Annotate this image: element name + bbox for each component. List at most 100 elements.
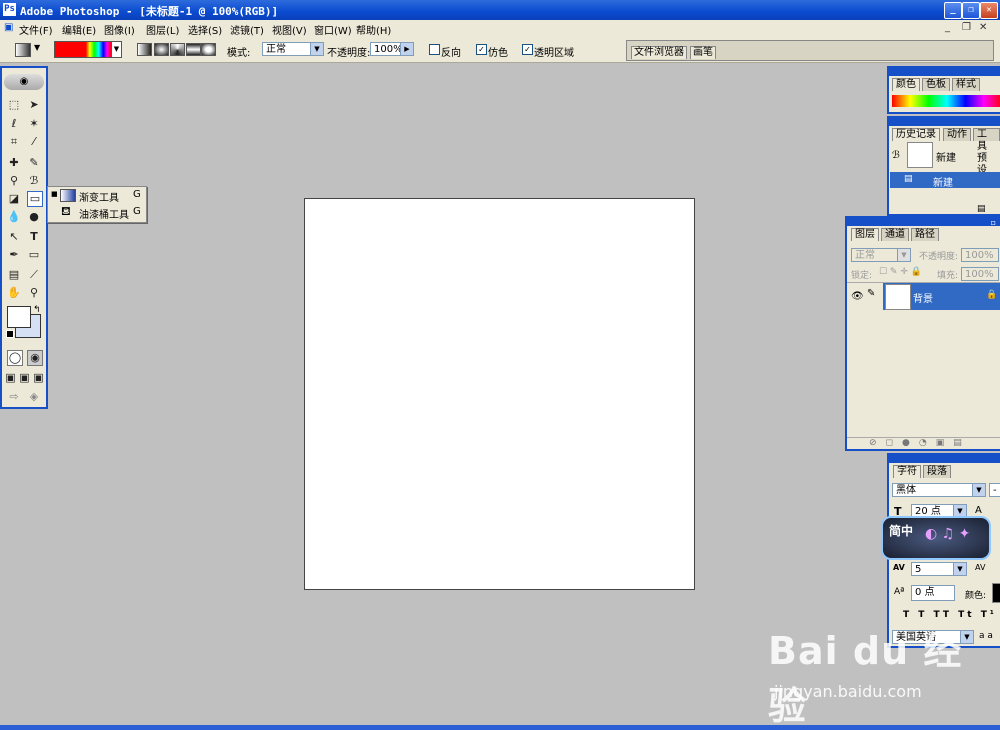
baseline-field[interactable]: 0 点 [911,585,955,601]
minimize-button[interactable]: _ [944,2,962,19]
marquee-tool-icon[interactable]: ⬚ [7,98,21,112]
tracking-field[interactable]: 5 ▼ [911,562,967,576]
dither-checkbox[interactable]: ✓ [476,44,487,55]
eraser-tool-icon[interactable]: ◪ [7,192,21,206]
doc-restore-button[interactable]: ❐ [962,22,971,33]
history-state-row[interactable]: ▤ 新建 [890,172,1000,189]
move-tool-icon[interactable]: ➤ [27,98,41,112]
linear-gradient-icon[interactable] [137,43,152,56]
angle-gradient-icon[interactable] [170,43,185,56]
clone-stamp-icon[interactable]: ⚲ [7,174,21,188]
menu-filter[interactable]: 滤镜(T) [230,22,264,37]
panel-title-bar[interactable] [889,68,1000,76]
tab-color[interactable]: 颜色 [892,78,920,91]
panel-title-bar[interactable] [889,118,1000,126]
tab-history[interactable]: 历史记录 [892,128,940,141]
tab-tool-presets[interactable]: 工具预设 [973,128,1000,176]
color-ramp[interactable] [892,95,1000,107]
gradient-tool-icon[interactable]: ▭ [27,191,43,207]
tab-character[interactable]: 字符 [893,465,921,478]
font-style-select[interactable]: - [989,483,1000,497]
tab-file-browser[interactable]: 文件浏览器 [631,46,687,59]
zoom-tool-icon[interactable]: ⚲ [27,286,41,300]
history-brush-icon[interactable]: ℬ [27,174,41,188]
screen-mode-full-icon[interactable]: ▣ [33,371,44,385]
menu-file[interactable]: 文件(F) [19,22,53,37]
reflected-gradient-icon[interactable] [186,43,201,56]
type-tool-icon[interactable]: T [27,230,41,244]
doc-minimize-button[interactable]: _ [945,22,950,33]
panel-title-bar[interactable] [889,455,1000,463]
maximize-button[interactable]: ❐ [962,2,980,19]
tab-brushes[interactable]: 画笔 [690,46,716,59]
tool-preset-icon[interactable] [15,43,31,57]
menu-layer[interactable]: 图层(L) [146,22,179,37]
brush-tool-icon[interactable]: ✎ [27,156,41,170]
menu-window[interactable]: 窗口(W) [314,22,352,37]
pen-tool-icon[interactable]: ✒ [7,248,21,262]
menu-select[interactable]: 选择(S) [188,22,222,37]
screen-mode-standard-icon[interactable]: ▣ [5,371,16,385]
notes-tool-icon[interactable]: ▤ [7,268,21,282]
lasso-tool-icon[interactable]: ℓ [7,117,21,131]
opacity-field[interactable]: 100% ▶ [370,42,414,56]
imageready-icon[interactable]: ◈ [27,390,41,404]
reverse-checkbox[interactable] [429,44,440,55]
jump-to-imageready-icon[interactable]: ⇨ [7,390,21,404]
text-color-swatch[interactable] [992,583,1000,603]
layer-row-background[interactable]: 背景 🔒 [883,283,1000,310]
gradient-picker[interactable] [54,41,112,58]
swap-colors-icon[interactable]: ↰ [33,305,41,315]
flyout-item-paint-bucket[interactable]: 油漆桶工具 [79,206,129,221]
dodge-tool-icon[interactable]: ● [27,210,41,224]
document-canvas[interactable] [304,198,695,590]
snapshot-label[interactable]: 新建 [936,149,956,164]
chevron-down-icon[interactable]: ▼ [34,43,40,52]
tab-actions[interactable]: 动作 [943,128,971,141]
menu-help[interactable]: 帮助(H) [356,22,391,37]
panel-close-icon[interactable]: ▫ [991,218,996,227]
magic-wand-icon[interactable]: ✶ [27,117,41,131]
opacity-slider-arrow-icon[interactable]: ▶ [400,43,413,55]
menu-view[interactable]: 视图(V) [272,22,307,37]
gradient-dropdown-icon[interactable]: ▼ [111,41,122,58]
flyout-item-gradient[interactable]: 渐变工具 [79,189,119,204]
healing-brush-icon[interactable]: ✚ [7,156,21,170]
standard-mode-icon[interactable]: ◯ [7,350,23,366]
fill-field[interactable]: 100% [961,267,999,281]
blend-mode-select[interactable]: 正常 ▼ [851,248,911,262]
tab-paragraph[interactable]: 段落 [923,465,951,478]
tab-swatches[interactable]: 色板 [922,78,950,91]
foreground-color-swatch[interactable] [7,306,31,328]
ime-toolbar[interactable]: 简中 ◐ ♫ ✦ [881,516,991,560]
adobe-online-icon[interactable]: ◉ [4,74,44,90]
radial-gradient-icon[interactable] [154,43,169,56]
lock-icons[interactable]: ☐ ✎ ✛ 🔒 [879,267,922,277]
hand-tool-icon[interactable]: ✋ [7,286,21,300]
close-button[interactable]: ✕ [980,2,998,19]
eye-icon[interactable]: 👁 [851,291,864,302]
menu-image[interactable]: 图像(I) [104,22,135,37]
diamond-gradient-icon[interactable] [201,43,216,56]
text-style-buttons[interactable]: T T TT Tt T¹ [903,610,997,620]
panel-title-bar[interactable] [847,218,1000,226]
crop-tool-icon[interactable]: ⌗ [7,135,21,149]
mode-select[interactable]: 正常 ▼ [262,42,324,56]
layer-footer-icons[interactable]: ⊘◻●◔▣▤ [847,437,1000,449]
shape-tool-icon[interactable]: ▭ [27,248,41,262]
path-selection-icon[interactable]: ↖ [7,230,21,244]
doc-close-button[interactable]: ✕ [979,22,987,33]
tab-styles[interactable]: 样式 [952,78,980,91]
layer-opacity-field[interactable]: 100% [961,248,999,262]
transparency-checkbox[interactable]: ✓ [522,44,533,55]
quick-mask-icon[interactable]: ◉ [27,350,43,366]
slice-tool-icon[interactable]: ⁄ [27,135,41,149]
delete-state-icon[interactable]: ▤ [977,204,986,214]
font-family-select[interactable]: 黑体 ▼ [892,483,986,497]
menu-edit[interactable]: 编辑(E) [62,22,96,37]
blur-tool-icon[interactable]: 💧 [7,210,21,224]
default-colors-icon[interactable] [6,330,14,338]
screen-mode-full-menu-icon[interactable]: ▣ [19,371,30,385]
tab-layers[interactable]: 图层 [851,228,879,241]
eyedropper-icon[interactable]: ⟋ [27,268,41,282]
